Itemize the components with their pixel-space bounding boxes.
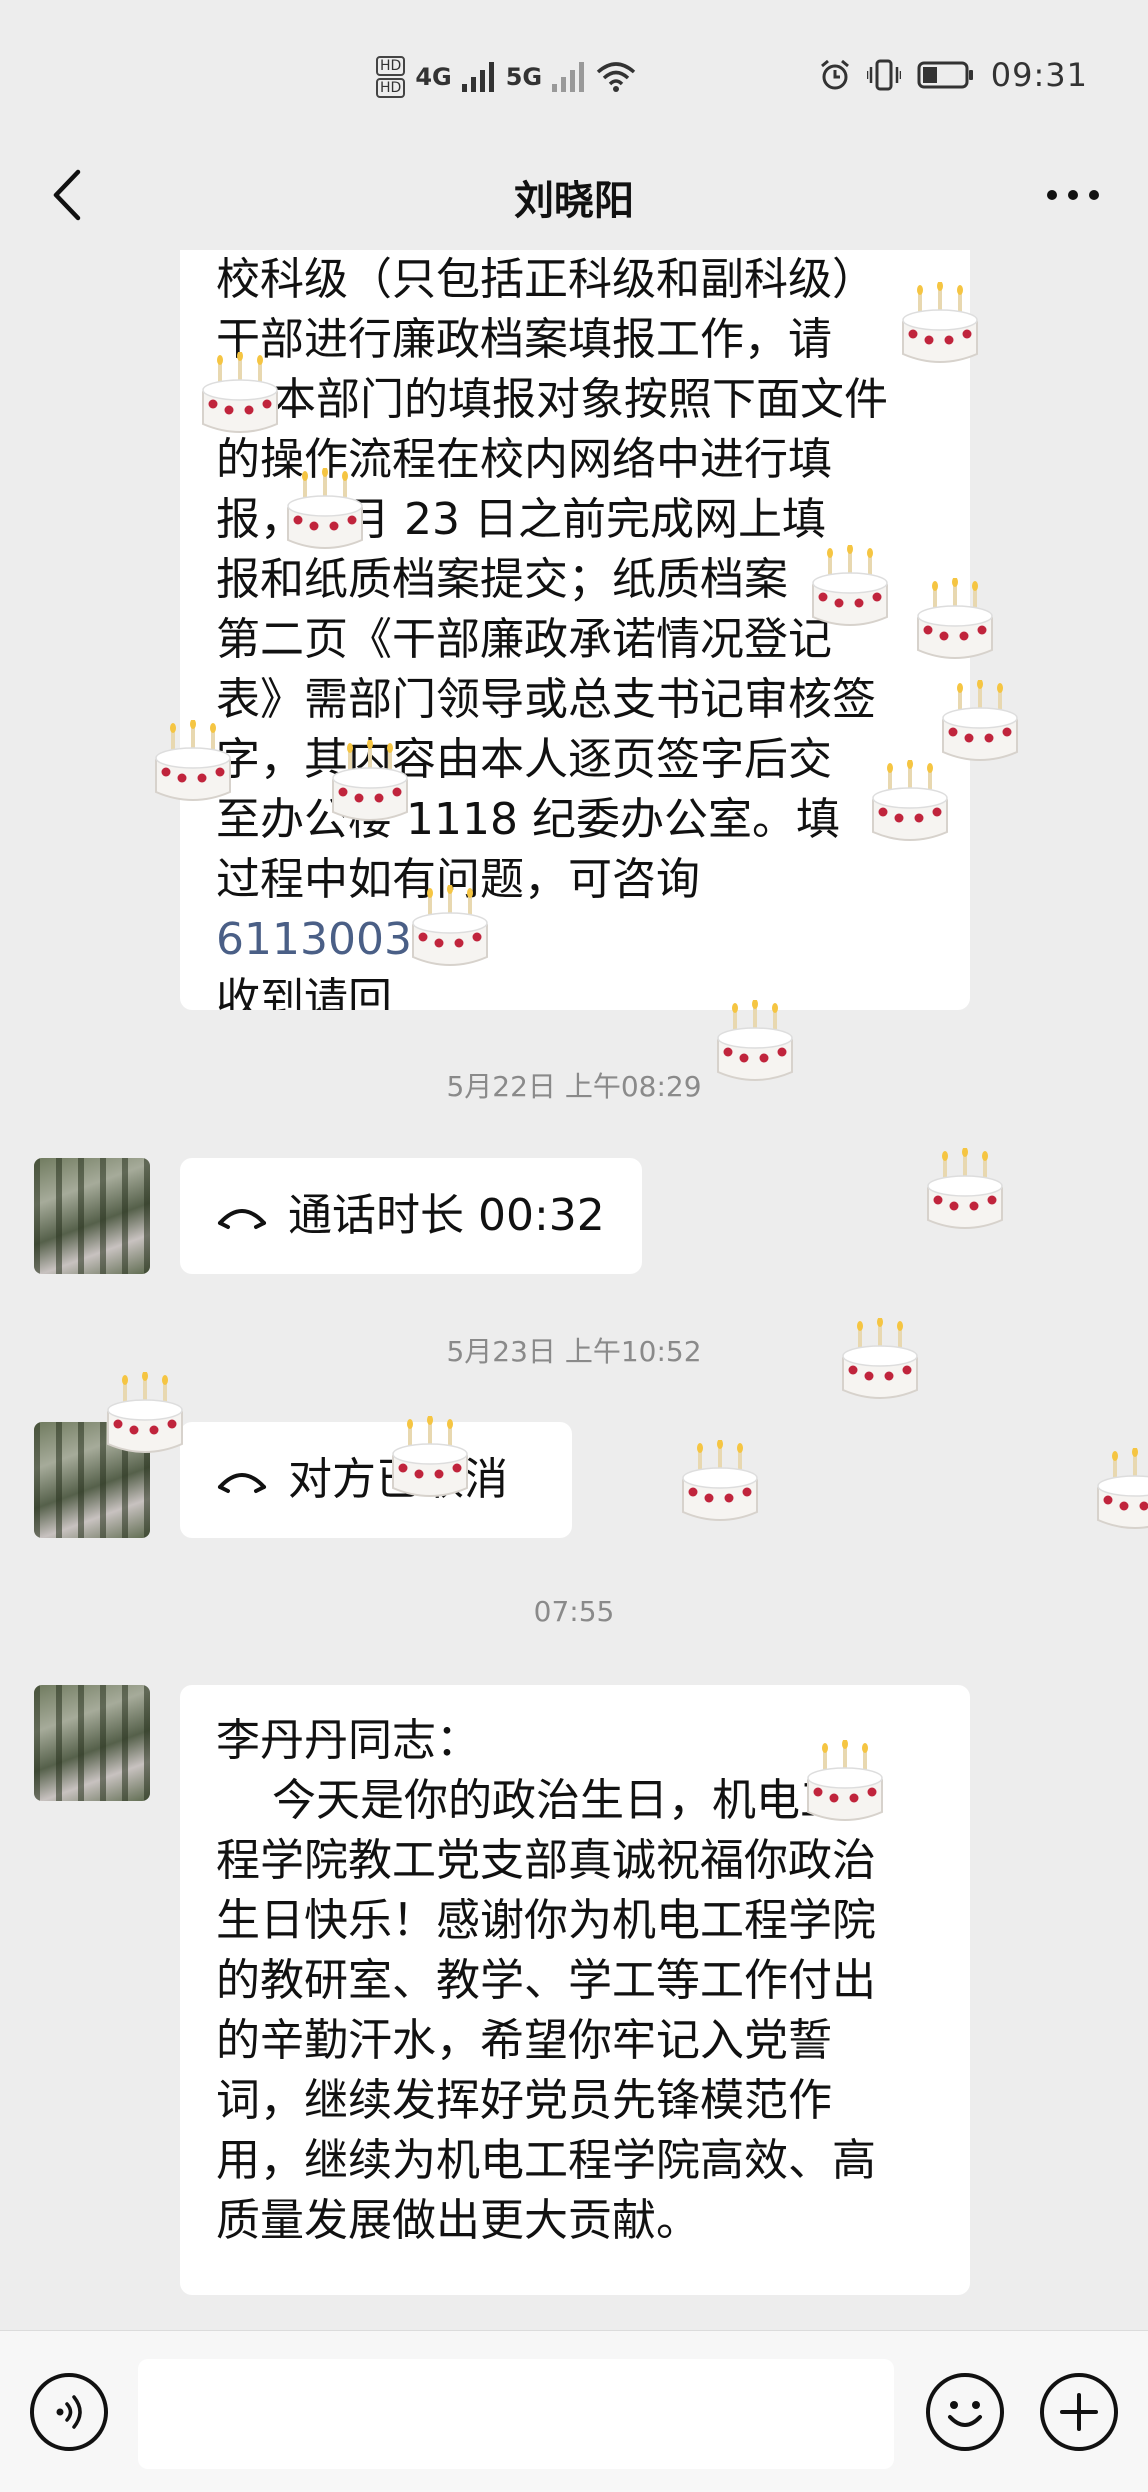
call-duration-text: 通话时长 00:32 bbox=[288, 1190, 605, 1241]
more-functions-button[interactable] bbox=[1040, 2373, 1118, 2451]
birthday-cake-icon bbox=[155, 720, 231, 801]
message-line: 校科级（只包括正科级和副科级） bbox=[216, 254, 876, 305]
emoji-button[interactable] bbox=[926, 2373, 1004, 2451]
emoji-icon bbox=[948, 2401, 982, 2427]
battery-icon bbox=[917, 61, 973, 89]
vibrate-icon bbox=[866, 59, 901, 91]
system-indicators: 09:31 bbox=[819, 56, 1088, 94]
alarm-icon bbox=[820, 59, 849, 90]
input-toolbar bbox=[0, 2330, 1148, 2492]
birthday-cake-icon bbox=[332, 740, 408, 821]
network-type-label: 5G bbox=[505, 63, 543, 91]
more-button[interactable] bbox=[1038, 160, 1108, 230]
timestamp: 07:55 bbox=[533, 1595, 615, 1628]
message-line: 收到请回 bbox=[216, 974, 392, 1010]
network-indicators: HD HD 4G 5G bbox=[376, 56, 636, 98]
chat-title: 刘晓阳 bbox=[514, 178, 634, 224]
signal-icon bbox=[552, 62, 585, 92]
birthday-cake-icon bbox=[917, 578, 993, 659]
birthday-cake-icon bbox=[942, 680, 1018, 761]
status-bar: HD HD 4G 5G 09:31 bbox=[0, 0, 1148, 150]
birthday-cake-icon bbox=[807, 1740, 883, 1821]
timestamp: 5月23日 上午10:52 bbox=[446, 1335, 702, 1368]
avatar[interactable] bbox=[34, 1685, 150, 1801]
phone-icon bbox=[218, 1209, 266, 1229]
birthday-cake-icon bbox=[287, 468, 363, 549]
signal-icon bbox=[461, 62, 494, 92]
message-input[interactable] bbox=[138, 2359, 894, 2469]
plus-icon bbox=[1060, 2393, 1098, 2431]
birthday-cake-icon bbox=[682, 1440, 758, 1521]
clock: 09:31 bbox=[990, 56, 1088, 94]
hd-badge: HD bbox=[376, 78, 406, 98]
birthday-cake-icon bbox=[902, 282, 978, 363]
chat-header: 刘晓阳 bbox=[0, 150, 1148, 260]
birthday-cake-icon bbox=[202, 352, 278, 433]
birthday-cake-icon bbox=[717, 1000, 793, 1081]
message-line: 至办公楼 1118 纪委办公室。填 bbox=[216, 794, 840, 845]
voice-button[interactable] bbox=[30, 2373, 108, 2451]
call-record-bubble[interactable]: 通话时长 00:32 bbox=[180, 1158, 642, 1274]
wifi-icon bbox=[596, 62, 636, 92]
voice-icon bbox=[56, 2395, 82, 2429]
birthday-cake-icon bbox=[392, 1416, 468, 1497]
call-record-bubble[interactable]: 对方已取消 bbox=[180, 1422, 572, 1538]
message-line: 字，其内容由本人逐页签字后交 bbox=[216, 730, 934, 790]
birthday-cake-icon bbox=[107, 1372, 183, 1453]
avatar[interactable] bbox=[34, 1158, 150, 1274]
birthday-cake-icon bbox=[1097, 1448, 1148, 1529]
message-text: 内容由本人逐页签字后交 bbox=[348, 734, 832, 785]
message-line: 本部门的填报对象按照下面文件 bbox=[272, 374, 888, 425]
timestamp: 5月22日 上午08:29 bbox=[446, 1070, 702, 1103]
birthday-cake-icon bbox=[412, 885, 488, 966]
message-line: 表》需部门领导或总支书记审核签 bbox=[216, 674, 876, 725]
hd-badge: HD bbox=[376, 56, 406, 76]
more-horizontal-icon bbox=[1047, 190, 1099, 200]
message-line: 干部进行廉政档案填报工作，请 bbox=[216, 314, 832, 365]
message-line: 过程中如有问题，可咨询 61130032。 bbox=[216, 850, 934, 970]
phone-icon bbox=[218, 1473, 266, 1493]
birthday-cake-icon bbox=[872, 760, 948, 841]
birthday-cake-icon bbox=[927, 1148, 1003, 1229]
network-type-label: 4G bbox=[415, 63, 452, 91]
birthday-cake-icon bbox=[812, 545, 888, 626]
message-list[interactable]: 校科级（只包括正科级和副科级） 干部进行廉政档案填报工作，请 本部门的填报对象按… bbox=[0, 250, 1148, 2330]
birthday-cake-icon bbox=[842, 1318, 918, 1399]
